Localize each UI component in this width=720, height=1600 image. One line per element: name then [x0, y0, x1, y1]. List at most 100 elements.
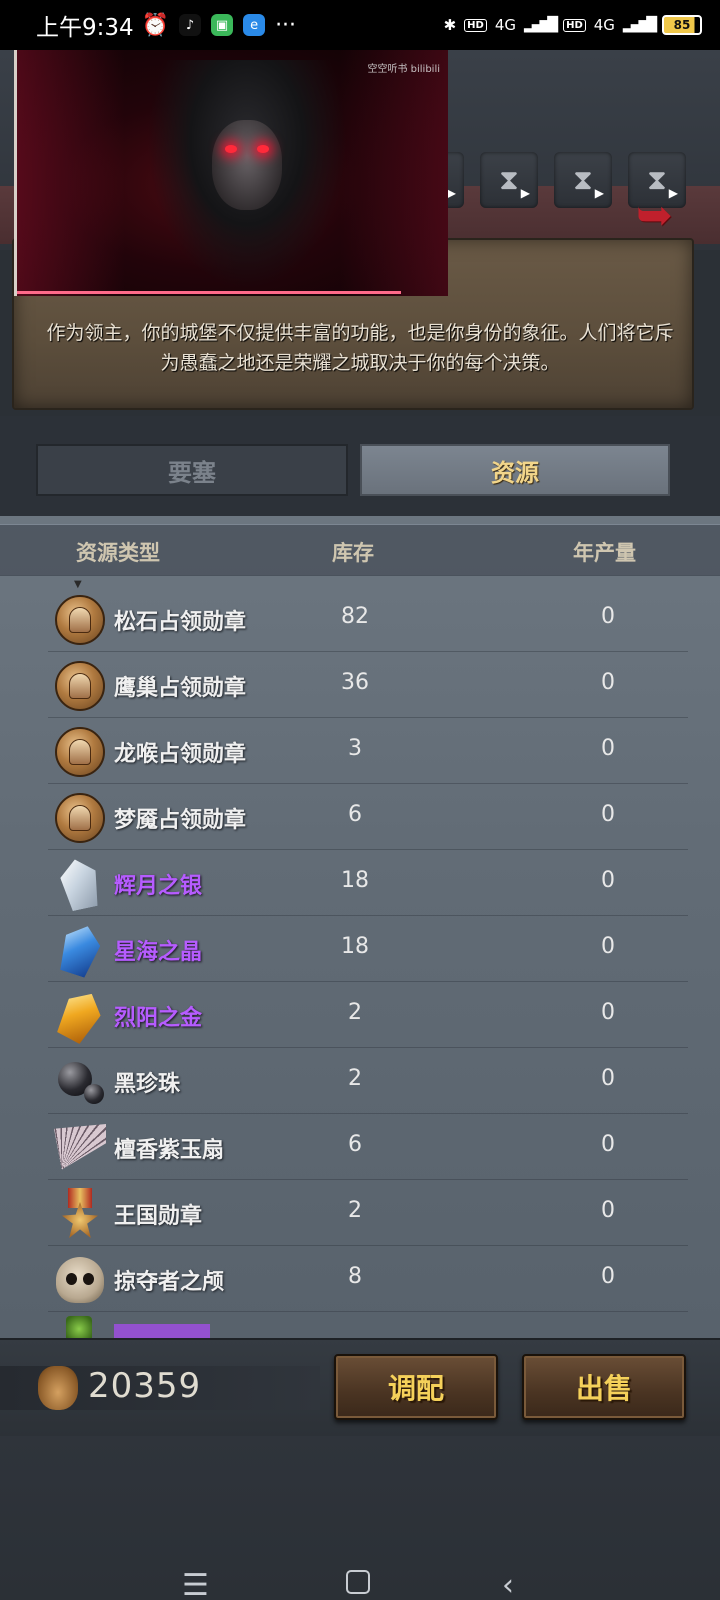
- hourglass-button-3[interactable]: ⧗ ▶: [554, 152, 612, 208]
- gold-amount: 20359: [88, 1366, 202, 1406]
- description-text: 作为领主，你的城堡不仅提供丰富的功能，也是你身份的象征。人们将它斥为愚蠢之地还是…: [46, 322, 674, 374]
- table-header: 资源类型 ▼ 库存 年产量: [0, 524, 720, 590]
- sell-button[interactable]: 出售: [522, 1354, 686, 1420]
- hd-badge: HD: [464, 18, 487, 32]
- silver-crystal-icon: [54, 858, 106, 910]
- table-row[interactable]: 星海之晶 18 0: [48, 916, 688, 982]
- medal-icon: [54, 726, 106, 778]
- more-notifications-icon: ···: [275, 12, 297, 38]
- medal-icon: [54, 792, 106, 844]
- blue-crystal-icon: [54, 924, 106, 976]
- network-label: 4G: [494, 16, 516, 34]
- play-icon: ▶: [594, 186, 604, 200]
- home-icon[interactable]: [346, 1570, 370, 1594]
- bilibili-app-icon: ▣: [211, 14, 234, 36]
- hourglass-icon: ⧗: [573, 163, 593, 196]
- resource-yield: 0: [601, 1000, 615, 1025]
- table-row[interactable]: 掠夺者之颅 8 0: [48, 1246, 688, 1312]
- table-row[interactable]: 王国勋章 2 0: [48, 1180, 688, 1246]
- column-header-stock[interactable]: 库存: [332, 537, 374, 567]
- resource-name: 龙喉占领勋章: [114, 742, 247, 767]
- allot-button[interactable]: 调配: [334, 1354, 498, 1420]
- resource-yield: 0: [601, 868, 615, 893]
- recent-apps-icon[interactable]: ☰: [182, 1568, 209, 1600]
- resource-name: 王国勋章: [114, 1204, 203, 1229]
- video-glow: [17, 50, 448, 296]
- battery-icon: 85: [662, 15, 702, 35]
- table-row[interactable]: 烈阳之金 2 0: [48, 982, 688, 1048]
- hourglass-button-2[interactable]: ⧗ ▶: [480, 152, 538, 208]
- resource-stock: 2: [348, 1000, 362, 1025]
- table-row[interactable]: 鹰巢占领勋章 36 0: [48, 652, 688, 718]
- table-row[interactable]: 辉月之银 18 0: [48, 850, 688, 916]
- resource-name: 掠夺者之颅: [114, 1270, 225, 1295]
- tab-fortress[interactable]: 要塞: [36, 444, 348, 496]
- resource-name: 梦魇占领勋章: [114, 808, 247, 833]
- resource-name: 星海之晶: [114, 940, 203, 965]
- resource-yield: 0: [601, 934, 615, 959]
- gold-bag-icon: [38, 1366, 78, 1410]
- skull-icon: [54, 1254, 106, 1306]
- video-progress-bar[interactable]: [17, 291, 401, 294]
- signal-icon: ▂▄▆█: [524, 17, 558, 33]
- hourglass-icon: ⧗: [499, 163, 519, 196]
- resource-yield: 0: [601, 802, 615, 827]
- resource-table: 资源类型 ▼ 库存 年产量 松石占领勋章 82 0 鹰巢占领勋章 36 0 龙喉…: [0, 516, 720, 1338]
- black-pearl-icon: [54, 1056, 106, 1108]
- table-row[interactable]: 檀香紫玉扇 6 0: [48, 1114, 688, 1180]
- tab-resources[interactable]: 资源: [360, 444, 670, 496]
- resource-yield: 0: [601, 604, 615, 629]
- resource-name: 辉月之银: [114, 874, 203, 899]
- resource-name: 檀香紫玉扇: [114, 1138, 225, 1163]
- play-icon: ▶: [446, 186, 456, 200]
- tiktok-icon: ♪: [179, 14, 202, 36]
- bluetooth-icon: ✱: [443, 16, 457, 34]
- network-label-2: 4G: [593, 16, 615, 34]
- table-row[interactable]: 梦魇占领勋章 6 0: [48, 784, 688, 850]
- resource-name-partial: [114, 1324, 210, 1338]
- resource-name: 烈阳之金: [114, 1006, 203, 1031]
- resource-yield: 0: [601, 1264, 615, 1289]
- signal-icon-2: ▂▄▆█: [622, 17, 657, 33]
- video-overlay[interactable]: 空空听书 bilibili: [14, 50, 448, 296]
- gold-crystal-icon: [54, 990, 106, 1042]
- column-header-type[interactable]: 资源类型: [76, 537, 160, 567]
- resource-stock: 6: [348, 802, 362, 827]
- resource-stock: 18: [341, 934, 369, 959]
- resource-yield: 0: [601, 1198, 615, 1223]
- resource-stock: 3: [348, 736, 362, 761]
- resource-yield: 0: [601, 1132, 615, 1157]
- table-row[interactable]: 黑珍珠 2 0: [48, 1048, 688, 1114]
- resource-stock: 8: [348, 1264, 362, 1289]
- resource-name: 黑珍珠: [114, 1072, 181, 1097]
- resource-yield: 0: [601, 736, 615, 761]
- status-indicators: ✱ HD 4G ▂▄▆█ HD 4G ▂▄▆█ 85: [444, 15, 702, 35]
- kingdom-medal-icon: [54, 1188, 106, 1240]
- status-bar: 上午9:34 ⏰ ♪ ▣ e ··· ✱ HD 4G ▂▄▆█ HD 4G ▂▄…: [0, 0, 720, 50]
- fan-icon: [54, 1122, 106, 1174]
- medal-icon: [54, 660, 106, 712]
- resource-stock: 36: [341, 670, 369, 695]
- back-arrow-icon[interactable]: ➥: [636, 190, 673, 241]
- resource-yield: 0: [601, 1066, 615, 1091]
- table-row[interactable]: 龙喉占领勋章 3 0: [48, 718, 688, 784]
- resource-name: 松石占领勋章: [114, 610, 247, 635]
- resource-stock: 82: [341, 604, 369, 629]
- resource-stock: 2: [348, 1066, 362, 1091]
- medal-icon: [54, 594, 106, 646]
- video-watermark: 空空听书 bilibili: [367, 64, 440, 75]
- browser-app-icon: e: [243, 14, 266, 36]
- status-time: 上午9:34: [36, 15, 134, 41]
- back-icon[interactable]: ‹: [502, 1568, 514, 1600]
- resource-stock: 6: [348, 1132, 362, 1157]
- table-row-partial[interactable]: [48, 1316, 688, 1338]
- table-row[interactable]: 松石占领勋章 82 0: [48, 586, 688, 652]
- resource-yield: 0: [601, 670, 615, 695]
- column-header-yield[interactable]: 年产量: [573, 537, 636, 567]
- resource-name: 鹰巢占领勋章: [114, 676, 247, 701]
- resource-stock: 2: [348, 1198, 362, 1223]
- herb-icon: [66, 1316, 92, 1338]
- resource-stock: 18: [341, 868, 369, 893]
- play-icon: ▶: [520, 186, 530, 200]
- alarm-icon: ⏰: [141, 12, 170, 38]
